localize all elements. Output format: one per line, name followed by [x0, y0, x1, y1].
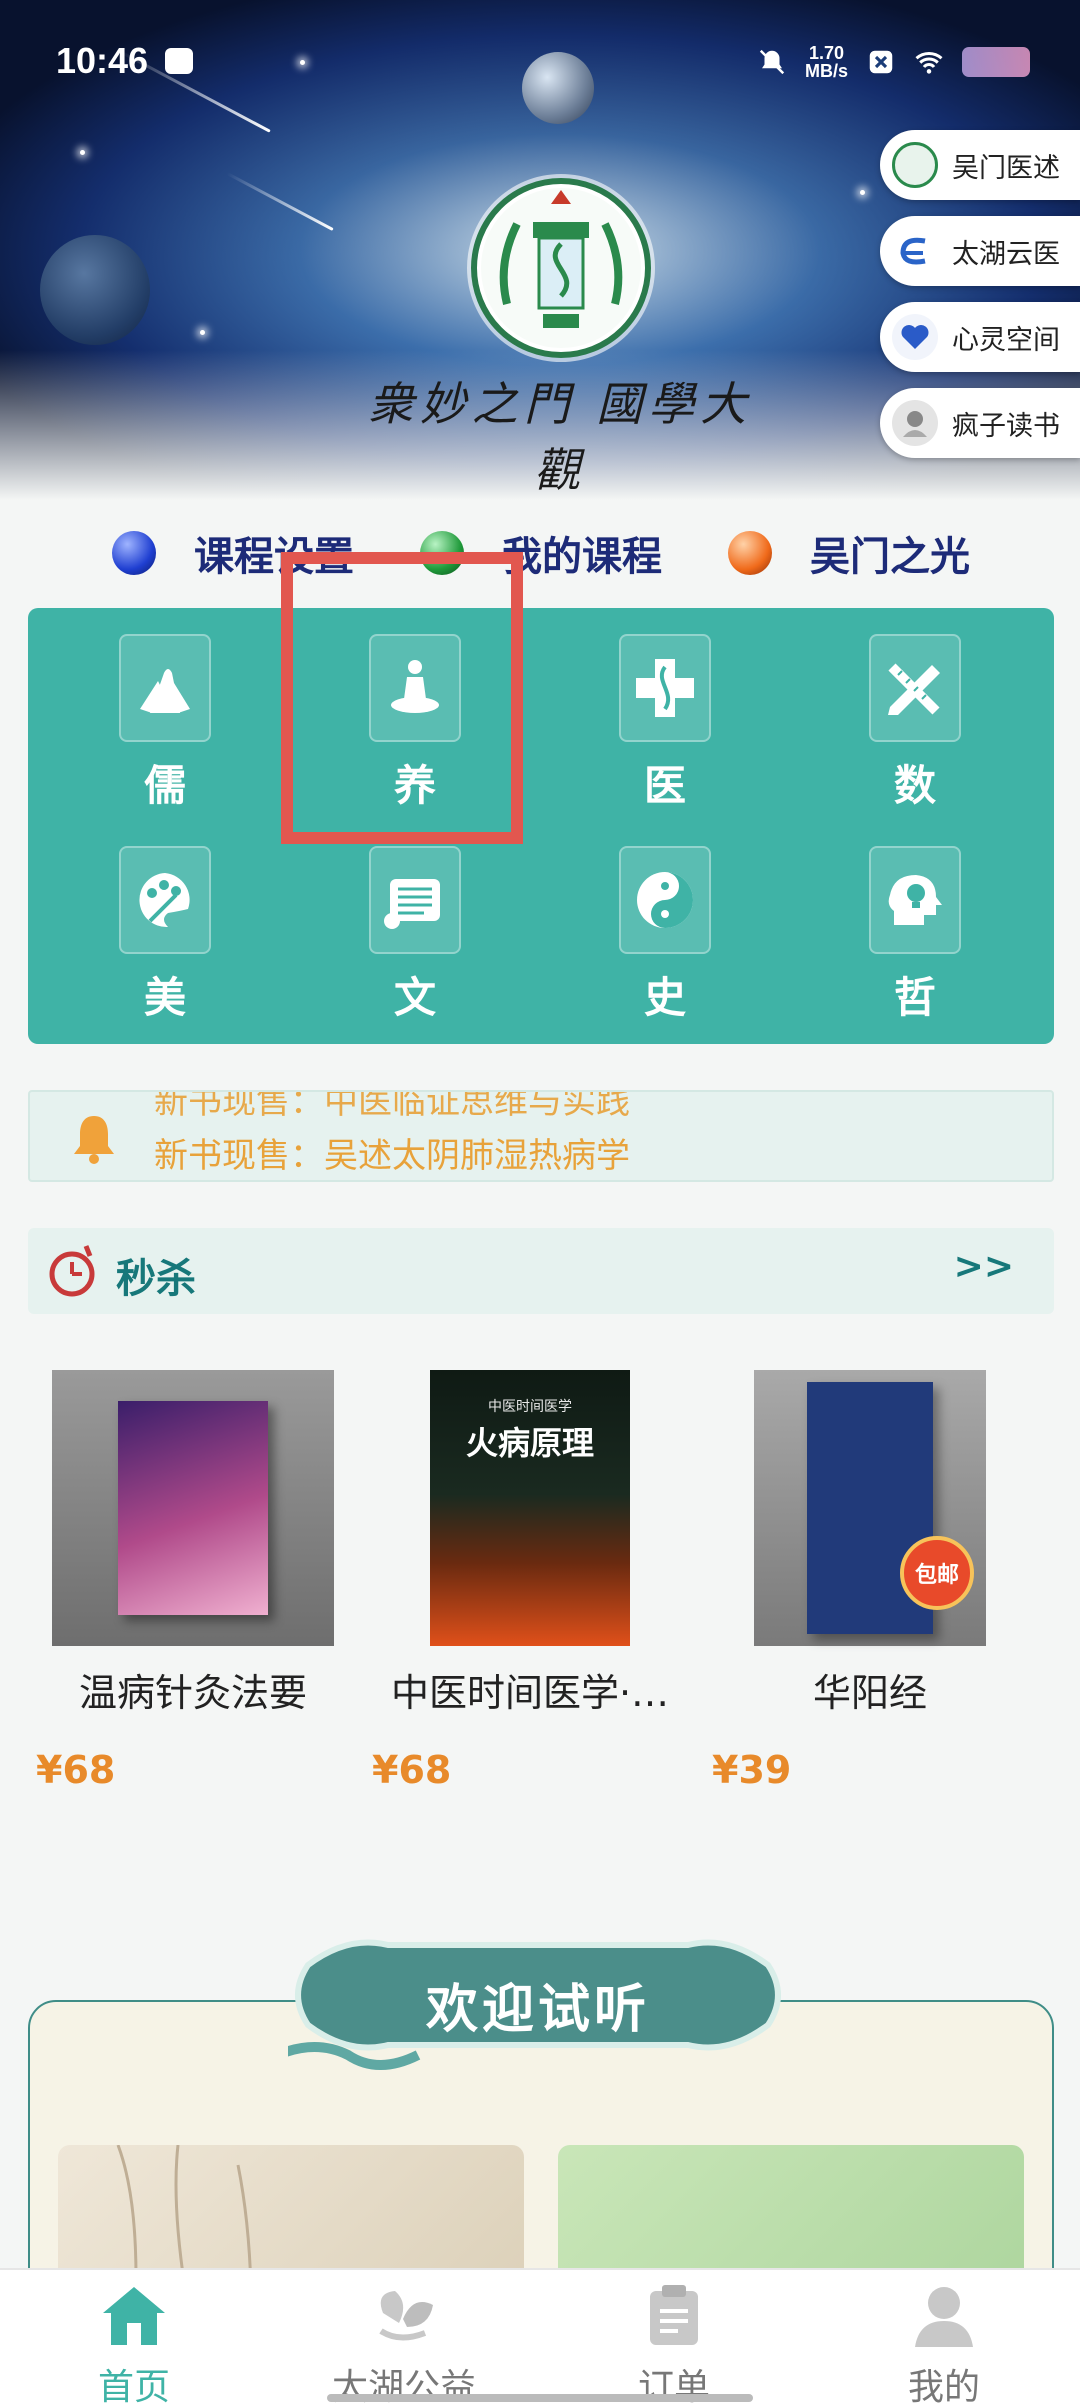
book-name: 中医时间医学·…	[390, 1671, 670, 1715]
category-mei[interactable]: 美	[90, 846, 240, 1046]
home-icon	[99, 2282, 169, 2348]
side-link-heart-space[interactable]: 心灵空间	[880, 302, 1080, 372]
head-bulb-icon	[869, 846, 961, 954]
praying-hands-icon	[119, 634, 211, 742]
book-price: ¥68	[372, 1748, 452, 1792]
book-cover-image	[52, 1370, 334, 1646]
heart-space-logo-icon	[892, 314, 938, 360]
flash-sale-title: 秒杀	[116, 1256, 196, 1302]
side-link-label: 心灵空间	[952, 324, 1060, 356]
nav-label: 首页	[97, 2367, 170, 2408]
book-price: ¥39	[712, 1748, 792, 1792]
side-link-wumen[interactable]: 吴门医述	[880, 130, 1080, 200]
book-item[interactable]	[52, 1370, 334, 1646]
book-name: 温病针灸法要	[78, 1671, 307, 1715]
ticker-text: 新书现售：吴述太阴肺湿热病学	[154, 1136, 630, 1176]
category-ru[interactable]: 儒	[90, 634, 240, 834]
nav-orders[interactable]: 订单	[574, 2282, 774, 2408]
category-label: 哲	[893, 973, 936, 1022]
scroll-icon	[369, 846, 461, 954]
clipboard-icon	[639, 2282, 709, 2348]
academy-emblem-logo	[471, 178, 651, 358]
side-link-label: 吴门医述	[952, 152, 1060, 184]
star-decoration	[80, 150, 85, 155]
net-speed-value: 1.70	[808, 43, 845, 63]
cover-title: 火病原理	[465, 1424, 594, 1462]
category-grid: 儒 养 医 数 美 文 史 哲	[28, 608, 1054, 1044]
user-icon	[909, 2282, 979, 2348]
yin-yang-icon	[619, 846, 711, 954]
nav-charity[interactable]: 太湖公益	[304, 2282, 504, 2408]
welcome-title: 欢迎试听	[425, 1980, 650, 2040]
category-label: 美	[143, 973, 186, 1022]
status-time: 10:46	[56, 40, 149, 81]
message-notification-icon	[165, 48, 193, 74]
hero-title: 衆妙之門 國學大觀	[367, 377, 753, 497]
tab-label: 吴门之光	[810, 533, 970, 580]
palette-icon	[119, 846, 211, 954]
bottom-navigation: 首页 太湖公益 订单 我的	[0, 2268, 1080, 2408]
pencil-ruler-icon	[869, 634, 961, 742]
category-label: 史	[643, 973, 686, 1022]
ticker-prev-text: 新书现售：中医临证思维与实践	[154, 1090, 630, 1122]
side-links: 吴门医述 太湖云医 心灵空间 疯子读书	[880, 130, 1080, 474]
category-label: 数	[893, 761, 936, 810]
side-link-label: 太湖云医	[952, 238, 1060, 270]
medical-cross-icon	[619, 634, 711, 742]
news-ticker[interactable]: 新书现售：中医临证思维与实践 新书现售：吴述太阴肺湿热病学	[28, 1090, 1054, 1182]
star-decoration	[860, 190, 865, 195]
book-item[interactable]: 包邮	[754, 1370, 986, 1646]
category-zhe[interactable]: 哲	[840, 846, 990, 1046]
book-item[interactable]: 中医时间医学 火病原理	[430, 1370, 630, 1646]
battery-icon	[962, 47, 1030, 77]
tab-label: 我的课程	[502, 533, 662, 580]
wifi-icon	[915, 51, 943, 74]
meteor-decoration	[226, 172, 334, 231]
category-label: 医	[643, 761, 686, 810]
flash-sale-more-button[interactable]: >>	[954, 1246, 1014, 1287]
blue-ball-icon	[112, 530, 156, 575]
flash-sale-header: 秒杀 >>	[28, 1228, 1054, 1314]
system-home-indicator[interactable]	[327, 2394, 753, 2402]
wumen-logo-icon	[892, 142, 938, 188]
free-shipping-badge: 包邮	[900, 1536, 974, 1610]
star-decoration	[200, 330, 205, 335]
book-cover-image: 中医时间医学 火病原理	[430, 1370, 630, 1646]
network-speed: 1.70 MB/s	[805, 44, 848, 80]
taihu-cloud-logo-icon	[892, 228, 938, 274]
book-name: 华阳经	[812, 1671, 927, 1715]
tab-wumen-light[interactable]: 吴门之光	[728, 524, 970, 582]
nav-label: 我的	[907, 2367, 980, 2408]
highlight-annotation-box	[281, 552, 523, 844]
category-wen[interactable]: 文	[340, 846, 490, 1046]
net-speed-unit: MB/s	[804, 61, 848, 81]
course-tabs: 课程设置 我的课程 吴门之光	[0, 515, 1080, 590]
orange-ball-icon	[728, 530, 772, 575]
nav-profile[interactable]: 我的	[844, 2282, 1044, 2408]
close-box-icon	[869, 50, 893, 74]
stopwatch-icon	[49, 1245, 95, 1297]
category-label: 文	[393, 973, 436, 1022]
side-link-reading[interactable]: 疯子读书	[880, 388, 1080, 458]
nav-home[interactable]: 首页	[34, 2282, 234, 2408]
welcome-banner: 欢迎试听	[255, 1925, 788, 2085]
status-bar: 10:46 1.70 MB/s	[0, 0, 1080, 120]
mute-bell-icon	[759, 49, 785, 75]
side-link-label: 疯子读书	[952, 410, 1060, 442]
book-price: ¥68	[36, 1748, 116, 1792]
planet-decoration	[40, 235, 150, 345]
reading-logo-icon	[892, 400, 938, 446]
book-cover-image: 包邮	[754, 1370, 986, 1646]
category-shi[interactable]: 史	[590, 846, 740, 1046]
category-yi[interactable]: 医	[590, 634, 740, 834]
bell-icon	[74, 1116, 114, 1164]
charity-icon	[369, 2282, 439, 2348]
category-shu[interactable]: 数	[840, 634, 990, 834]
cover-subtitle: 中医时间医学	[488, 1399, 572, 1415]
category-label: 儒	[143, 761, 186, 810]
side-link-taihu[interactable]: 太湖云医	[880, 216, 1080, 286]
